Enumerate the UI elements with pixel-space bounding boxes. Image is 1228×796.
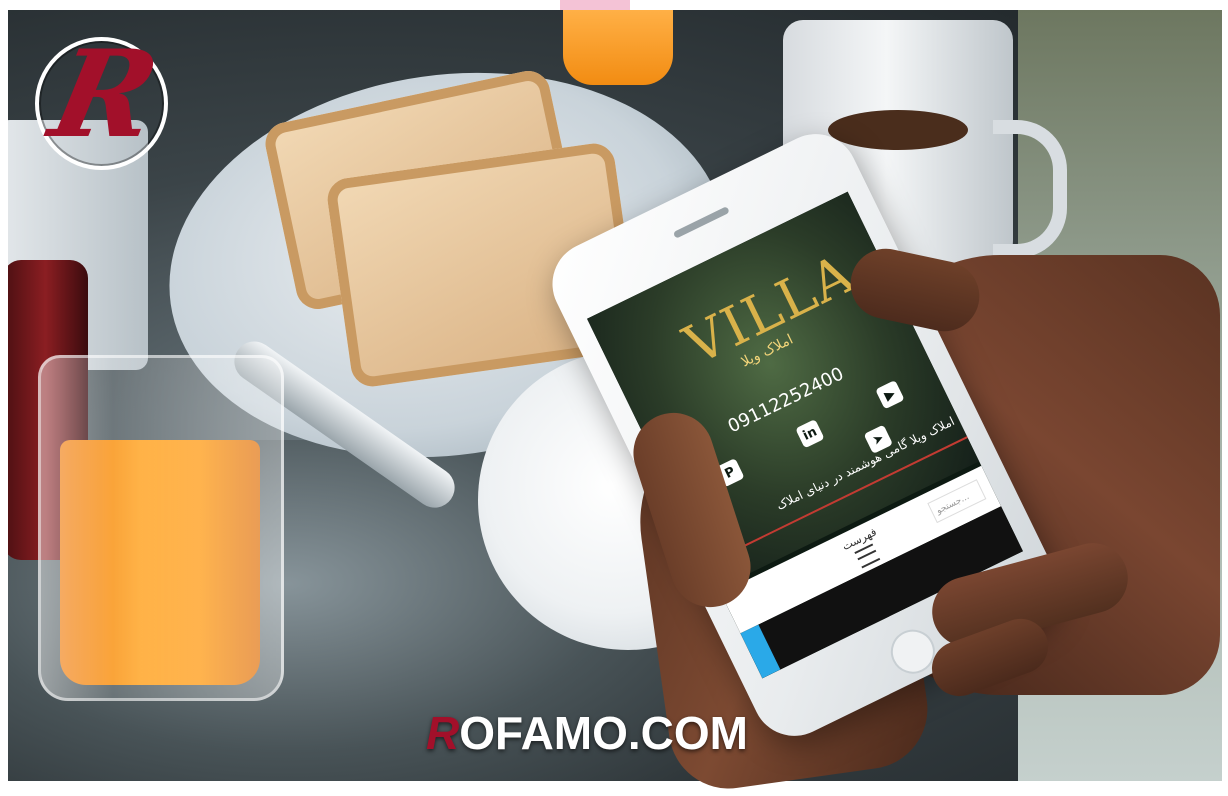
search-button[interactable] [740, 624, 781, 679]
phone-speaker [672, 206, 730, 239]
juice-glass [38, 355, 284, 701]
hamburger-icon[interactable] [854, 543, 881, 569]
watermark-text: OFAMO.COM [459, 707, 748, 759]
juice-cup-top [563, 10, 673, 85]
rofamo-watermark: ROFAMO.COM [426, 706, 748, 760]
mug-handle [993, 120, 1067, 258]
rofamo-logo: R [30, 24, 170, 172]
watermark-r: R [426, 707, 460, 759]
coffee [828, 110, 968, 150]
top-pink-strip [560, 0, 630, 10]
